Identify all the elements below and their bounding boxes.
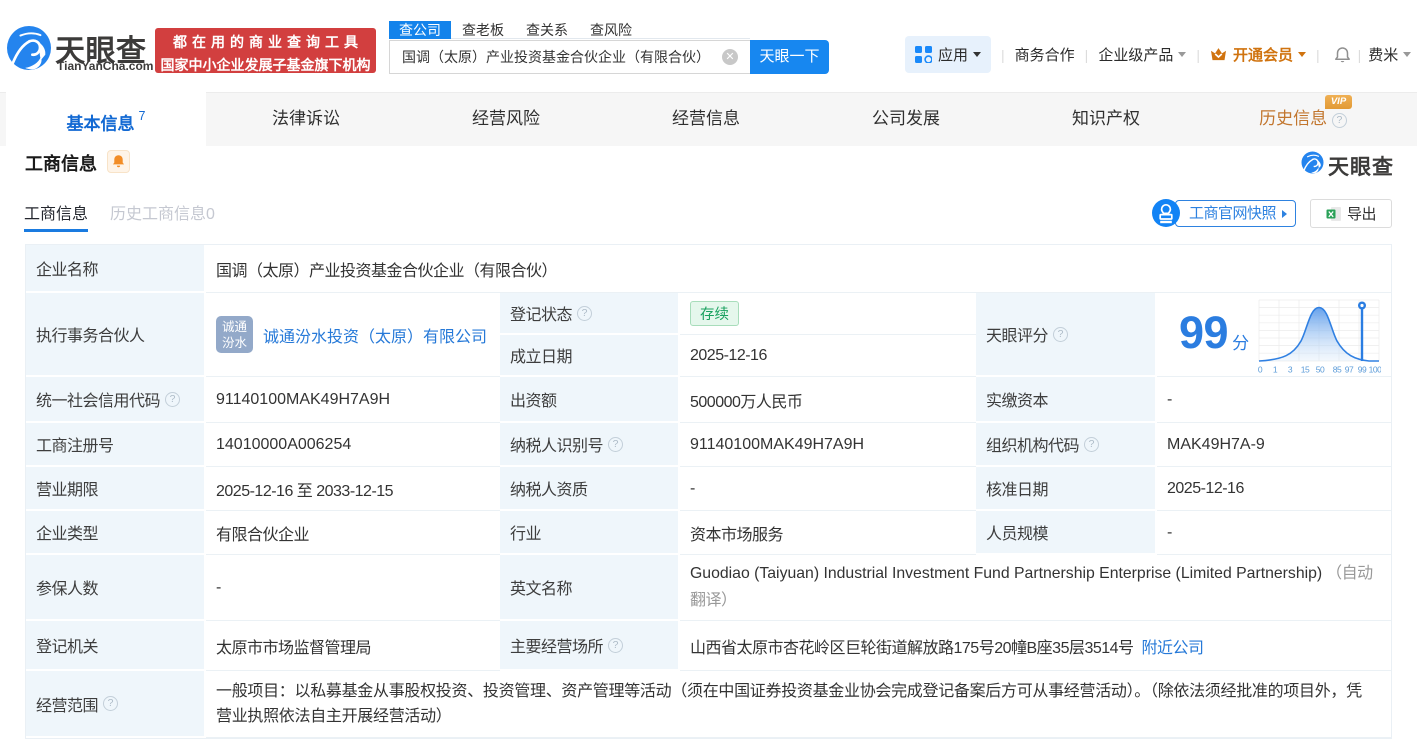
svg-text:15: 15 xyxy=(1301,365,1310,375)
svg-text:97: 97 xyxy=(1345,365,1354,375)
svg-text:85: 85 xyxy=(1333,365,1342,375)
svg-text:1: 1 xyxy=(1273,365,1278,375)
svg-text:0: 0 xyxy=(1258,365,1263,375)
svg-text:3: 3 xyxy=(1288,365,1293,375)
svg-text:50: 50 xyxy=(1316,365,1325,375)
svg-text:99: 99 xyxy=(1358,365,1367,375)
svg-text:100: 100 xyxy=(1369,365,1381,375)
